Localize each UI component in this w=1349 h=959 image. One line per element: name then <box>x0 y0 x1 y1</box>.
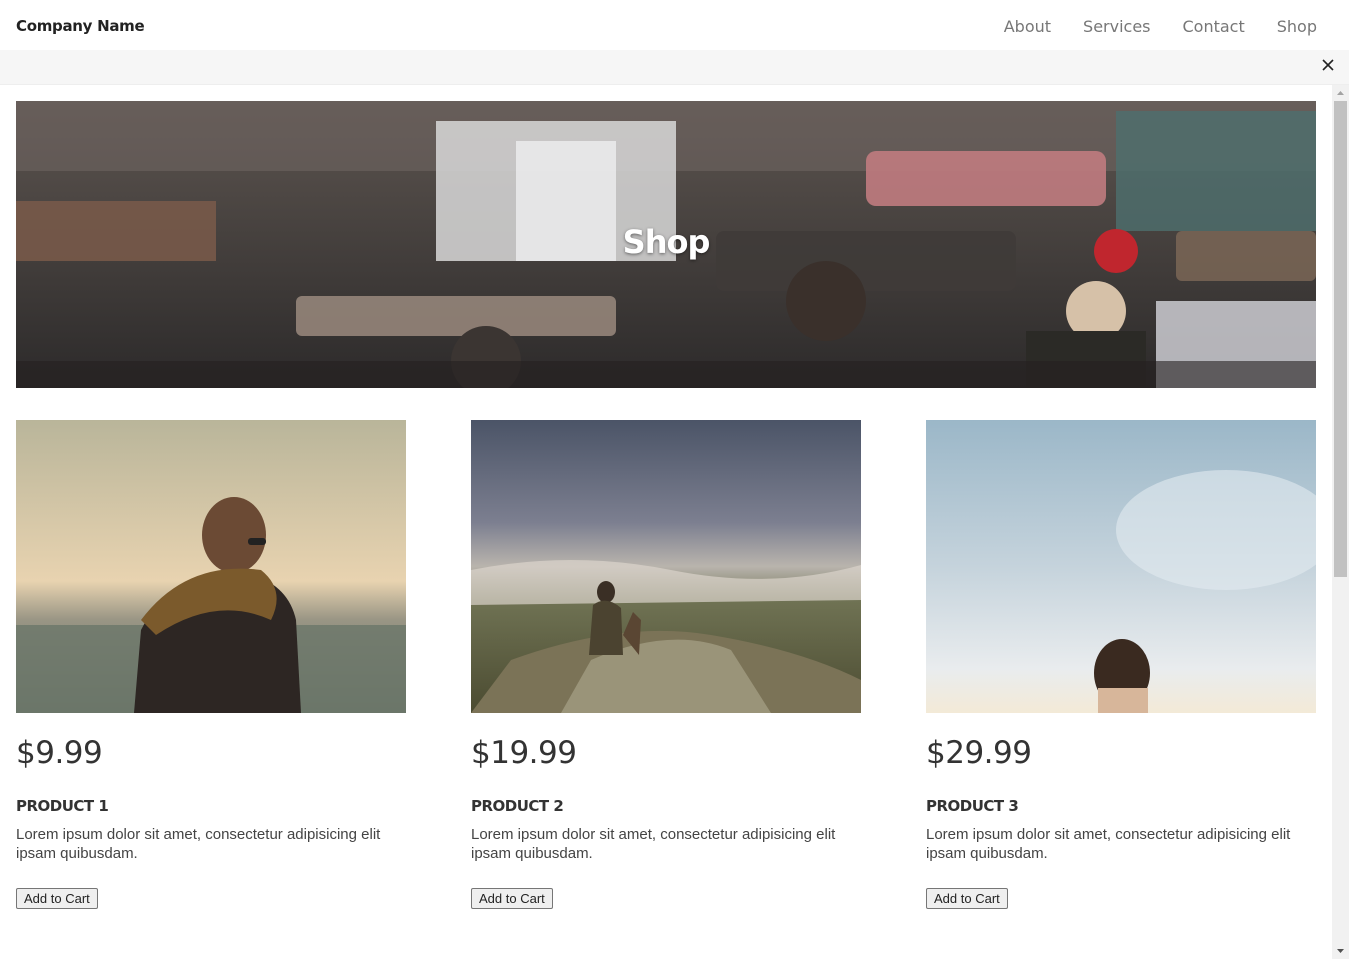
scroll-up-arrow-icon[interactable] <box>1332 85 1349 101</box>
product-image <box>16 420 406 713</box>
add-to-cart-button[interactable]: Add to Cart <box>471 888 553 909</box>
product-price: $29.99 <box>926 735 1032 771</box>
product-description: Lorem ipsum dolor sit amet, consectetur … <box>16 826 381 862</box>
vertical-scrollbar[interactable] <box>1332 85 1349 959</box>
brand-name[interactable]: Company Name <box>16 17 145 35</box>
product-name: PRODUCT 2 <box>471 797 564 815</box>
banner-bar <box>0 50 1349 85</box>
nav-links: About Services Contact Shop <box>1004 17 1317 36</box>
nav-link-services[interactable]: Services <box>1083 17 1150 36</box>
close-icon[interactable] <box>1321 58 1335 72</box>
product-description: Lorem ipsum dolor sit amet, consectetur … <box>926 826 1291 862</box>
product-description: Lorem ipsum dolor sit amet, consectetur … <box>471 826 836 862</box>
page-content: Shop $9.99 PRODUCT 1 Lorem ipsum dolor s… <box>0 85 1332 959</box>
navbar: Company Name About Services Contact Shop <box>0 0 1349 50</box>
product-price: $19.99 <box>471 735 577 771</box>
product-card: $19.99 PRODUCT 2 Lorem ipsum dolor sit a… <box>471 420 861 909</box>
scroll-down-arrow-icon[interactable] <box>1332 943 1349 959</box>
hero-banner: Shop <box>16 101 1316 388</box>
add-to-cart-button[interactable]: Add to Cart <box>16 888 98 909</box>
product-card: $9.99 PRODUCT 1 Lorem ipsum dolor sit am… <box>16 420 406 909</box>
product-price: $9.99 <box>16 735 103 771</box>
nav-link-shop[interactable]: Shop <box>1277 17 1317 36</box>
nav-link-contact[interactable]: Contact <box>1183 17 1245 36</box>
add-to-cart-button[interactable]: Add to Cart <box>926 888 1008 909</box>
product-name: PRODUCT 3 <box>926 797 1019 815</box>
product-name: PRODUCT 1 <box>16 797 109 815</box>
product-image <box>926 420 1316 713</box>
hero-title: Shop <box>622 223 711 261</box>
scrollbar-thumb[interactable] <box>1334 101 1347 577</box>
nav-link-about[interactable]: About <box>1004 17 1051 36</box>
product-image <box>471 420 861 713</box>
product-card: $29.99 PRODUCT 3 Lorem ipsum dolor sit a… <box>926 420 1316 909</box>
